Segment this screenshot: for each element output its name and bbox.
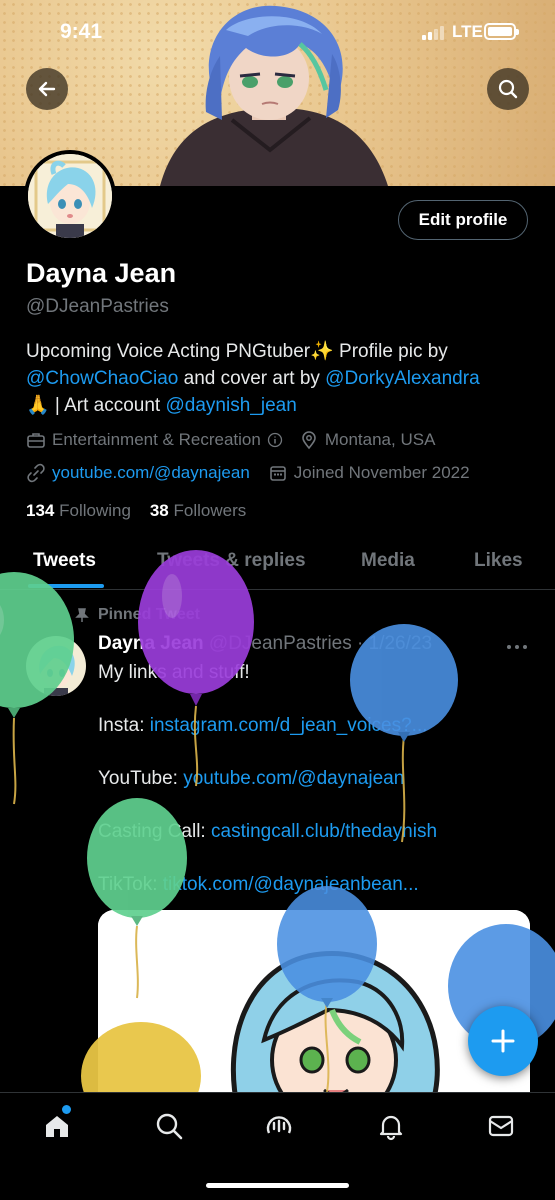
briefcase-icon — [27, 433, 45, 448]
home-indicator — [206, 1183, 349, 1188]
following-link[interactable]: 134 Following — [26, 501, 131, 520]
signal-icon — [422, 26, 444, 40]
profile-name: Dayna Jean — [26, 258, 177, 288]
home-icon — [46, 1116, 68, 1137]
battery-icon — [484, 23, 519, 40]
tweet-link-line: Insta: instagram.com/d_jean_voices?... — [98, 715, 428, 737]
nav-notifications[interactable] — [372, 1105, 412, 1145]
bio-text: and cover art by — [178, 368, 326, 389]
calendar-icon — [269, 466, 286, 481]
bio-mention[interactable]: @DorkyAlexandra — [325, 368, 479, 389]
edit-profile-button[interactable]: Edit profile — [398, 200, 528, 240]
joined-label: Joined November 2022 — [293, 463, 470, 482]
link-icon — [27, 463, 45, 483]
status-time: 9:41 — [60, 20, 103, 43]
profile-tabs: Tweets Tweets & replies Media Likes — [0, 538, 555, 590]
tweet-more-button[interactable] — [506, 634, 528, 657]
back-button[interactable] — [26, 68, 68, 110]
network-type: LTE — [452, 22, 483, 41]
casting-label: Casting Call: — [98, 821, 211, 842]
tiktok-label: TikTok: — [98, 874, 163, 895]
website-link[interactable]: youtube.com/@daynajean — [52, 463, 250, 483]
tweet-image-artwork — [98, 910, 530, 1110]
nav-spaces[interactable] — [260, 1105, 300, 1145]
followers-label: Followers — [173, 501, 247, 520]
tweet-author[interactable]: Dayna Jean — [98, 633, 204, 654]
insta-link[interactable]: instagram.com/d_jean_voices?... — [150, 715, 428, 736]
back-arrow-icon — [38, 81, 56, 97]
search-button[interactable] — [487, 68, 529, 110]
active-tab-indicator — [28, 584, 104, 588]
tweet-media-image[interactable] — [98, 910, 530, 1110]
location-label: Montana, USA — [324, 430, 436, 449]
tiktok-link[interactable]: tiktok.com/@daynajeanbean... — [163, 874, 419, 895]
tweet-date[interactable]: · 1/26/23 — [357, 633, 432, 654]
pin-icon — [75, 608, 89, 622]
bio-text: Upcoming Voice Acting PNGtuber✨ Profile … — [26, 341, 448, 362]
bio-mention[interactable]: @daynish_jean — [166, 395, 297, 416]
profile-bio: Upcoming Voice Acting PNGtuber✨ Profile … — [26, 338, 536, 419]
nav-messages[interactable] — [482, 1105, 522, 1145]
tweet-link-line: TikTok: tiktok.com/@daynajeanbean... — [98, 874, 419, 896]
tweet-text: My links and stuff! — [98, 662, 250, 683]
tweet-handle[interactable]: @DJeanPastries — [209, 633, 352, 654]
status-bar: 9:41 LTE — [0, 0, 555, 64]
nav-search[interactable] — [150, 1105, 190, 1145]
category-label: Entertainment & Recreation — [52, 430, 261, 449]
tweet-link-line: YouTube: youtube.com/@daynajean — [98, 768, 404, 790]
profile-handle: @DJeanPastries — [26, 296, 169, 317]
tweet-avatar-artwork — [39, 645, 75, 696]
tweet-avatar[interactable] — [26, 636, 86, 696]
tweet-header: Dayna Jean @DJeanPastries · 1/26/23 — [98, 633, 432, 655]
followers-count: 38 — [149, 501, 169, 520]
search-icon — [498, 79, 518, 99]
profile-category: Entertainment & Recreation Montana, USA — [26, 430, 435, 450]
notifications-icon — [379, 1115, 403, 1141]
avatar-artwork — [28, 154, 112, 238]
more-dots-icon — [507, 645, 527, 649]
tab-likes[interactable]: Likes — [474, 550, 523, 572]
tab-media[interactable]: Media — [361, 550, 415, 572]
insta-label: Insta: — [98, 715, 150, 736]
youtube-link[interactable]: youtube.com/@daynajean — [183, 768, 404, 789]
tab-tweets[interactable]: Tweets — [33, 550, 96, 572]
location-pin-icon — [302, 431, 316, 450]
notification-dot — [62, 1105, 71, 1114]
bio-mention[interactable]: @ChowChaoCiao — [26, 368, 178, 389]
tweet-link-line: Casting Call: castingcall.club/thedaynis… — [98, 821, 437, 843]
plus-icon — [491, 1029, 515, 1053]
pinned-label: Pinned Tweet — [98, 606, 200, 623]
compose-tweet-button[interactable] — [468, 1006, 538, 1076]
search-icon — [156, 1113, 183, 1140]
followers-link[interactable]: 38 Followers — [150, 501, 246, 520]
youtube-label: YouTube: — [98, 768, 184, 789]
tab-tweets-replies[interactable]: Tweets & replies — [157, 550, 306, 572]
nav-home[interactable] — [40, 1105, 80, 1145]
spaces-icon — [266, 1116, 292, 1134]
info-icon[interactable] — [267, 432, 283, 448]
messages-icon — [488, 1115, 514, 1137]
profile-links: youtube.com/@daynajean Joined November 2… — [26, 463, 470, 483]
casting-link[interactable]: castingcall.club/thedaynish — [211, 821, 437, 842]
pinned-indicator: Pinned Tweet — [74, 606, 200, 624]
following-count: 134 — [26, 501, 55, 520]
following-label: Following — [59, 501, 131, 520]
follow-counts: 134 Following 38 Followers — [26, 501, 246, 521]
bio-text: 🙏 | Art account — [26, 395, 166, 416]
avatar[interactable] — [24, 150, 116, 242]
